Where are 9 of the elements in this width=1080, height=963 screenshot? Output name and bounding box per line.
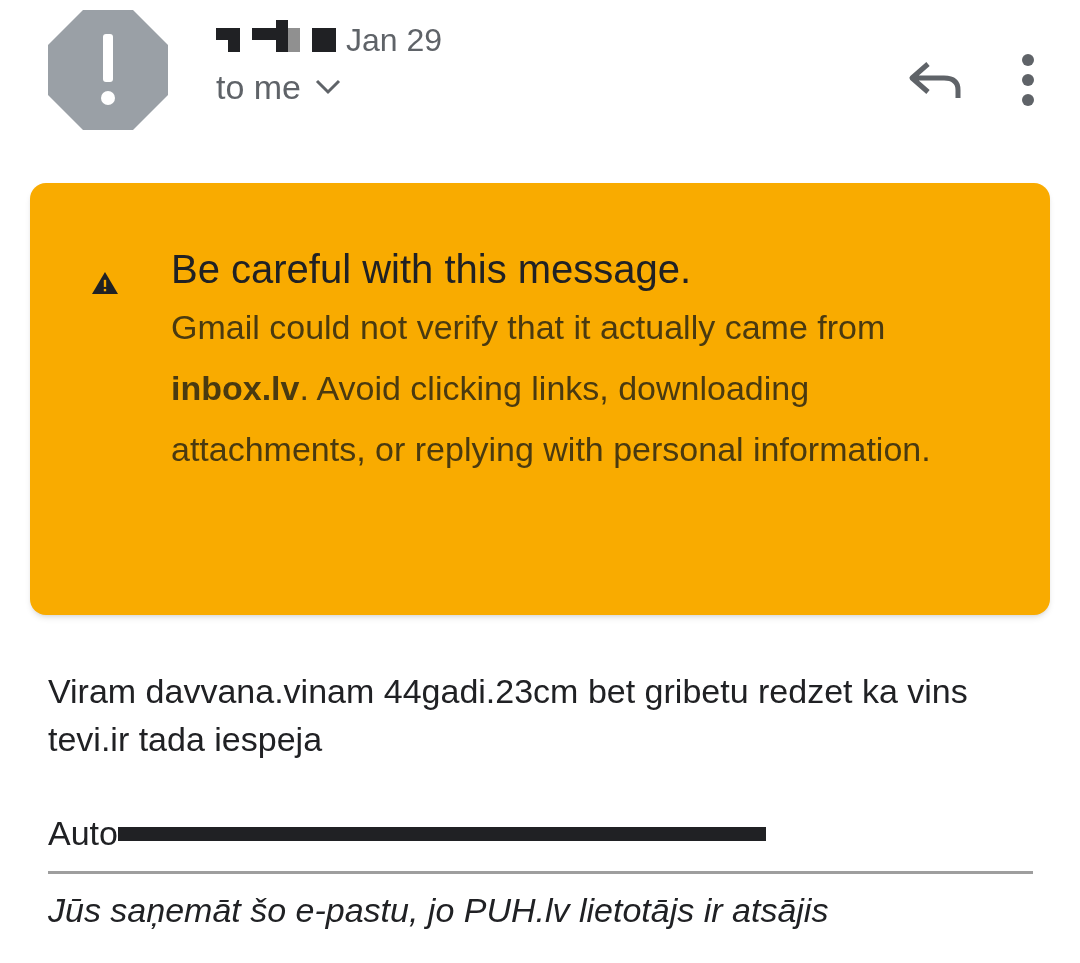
email-date: Jan 29 <box>346 24 443 56</box>
warning-title: Be careful with this message. <box>171 246 693 293</box>
recipient-toggle[interactable]: to me <box>216 70 443 104</box>
alert-avatar-icon <box>48 10 168 130</box>
message-text: Viram davvana.vinam 44gadi.23cm bet gribetu redzet ka vins tevi.ir tada iespeja <box>48 671 969 760</box>
chevron-down-icon <box>315 79 342 95</box>
author-label: Auto <box>48 813 118 853</box>
warning-message: Gmail could not verify that it actually came from inbox.lv. Avoid clicking links, downloading attachments, or replying with personal information. <box>171 307 932 470</box>
footer-text: Jūs saņemāt šo e-pastu, jo PUH.lv lietotājs ir atsājis <box>48 890 830 931</box>
